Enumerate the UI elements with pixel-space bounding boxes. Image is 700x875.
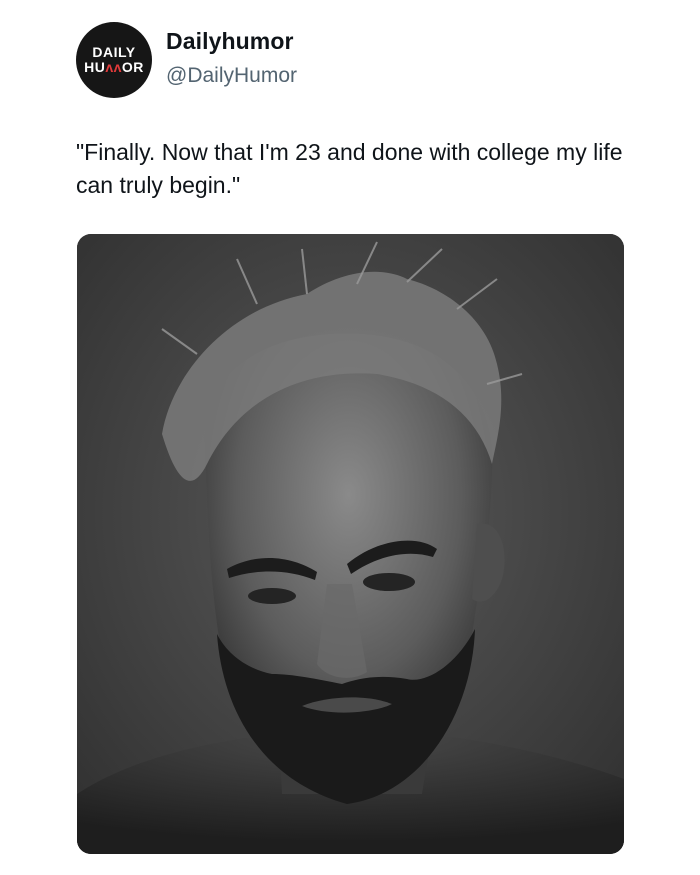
- post-photo[interactable]: [77, 234, 624, 854]
- avatar-logo-line-2: HUʌʌOR: [84, 60, 144, 75]
- author-handle[interactable]: @DailyHumor: [166, 64, 297, 88]
- avatar-logo-m: ʌʌ: [105, 59, 122, 75]
- right-eye: [363, 573, 415, 591]
- author-avatar[interactable]: DAILY HUʌʌOR: [76, 22, 152, 98]
- avatar-logo-line-1: DAILY: [92, 44, 136, 60]
- avatar-logo-hu: HU: [84, 59, 106, 75]
- photo-illustration: [77, 234, 624, 854]
- author-display-name[interactable]: Dailyhumor: [166, 28, 294, 55]
- post-card: DAILY HUʌʌOR Dailyhumor @DailyHumor "Fin…: [0, 0, 700, 875]
- post-text: "Finally. Now that I'm 23 and done with …: [76, 139, 623, 198]
- left-eye: [248, 588, 296, 604]
- avatar-logo-or: OR: [121, 59, 144, 75]
